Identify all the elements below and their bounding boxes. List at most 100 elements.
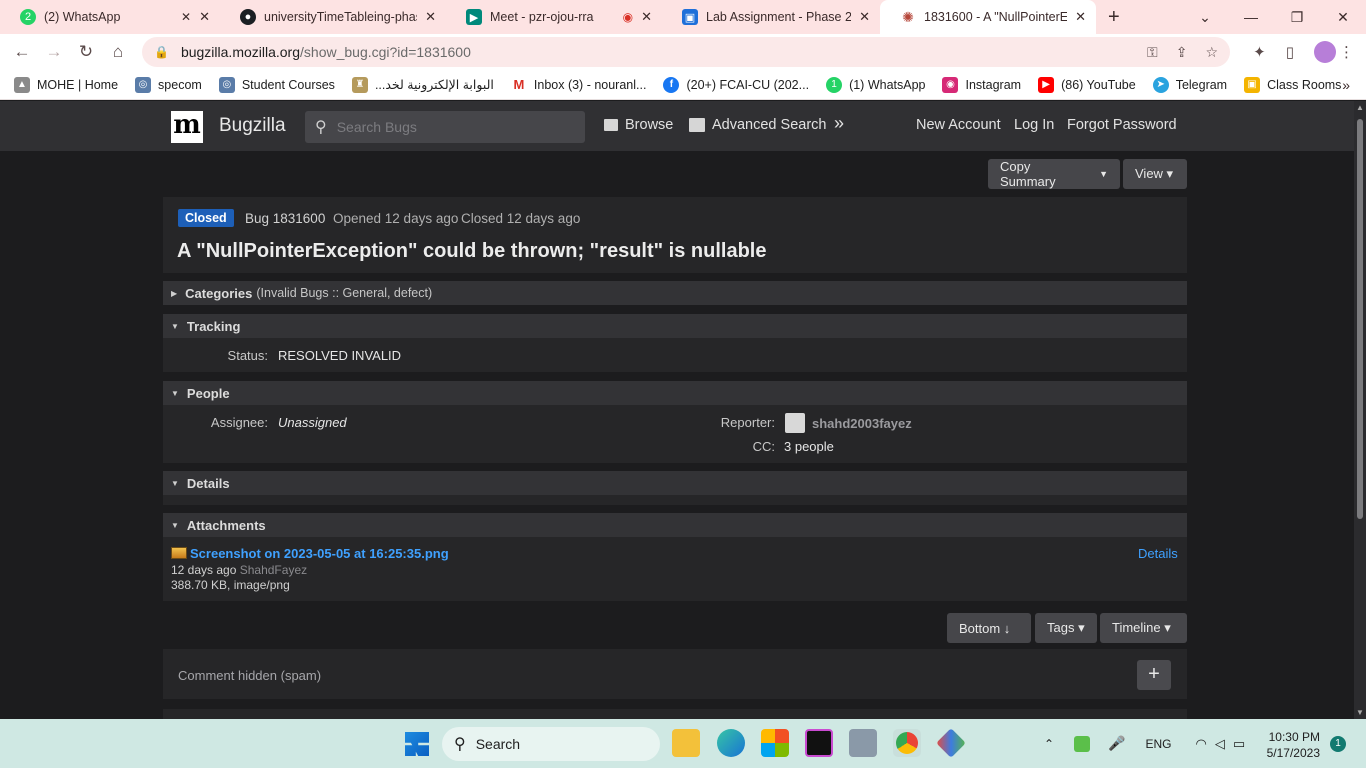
attachment-meta: 388.70 KB, image/png bbox=[171, 578, 290, 592]
people-section-toggle[interactable]: ▼ People bbox=[163, 381, 1187, 405]
new-account-link[interactable]: New Account bbox=[916, 117, 1001, 133]
categories-section-toggle[interactable]: ▶ Categories (Invalid Bugs :: General, d… bbox=[163, 281, 1187, 305]
close-tab-icon[interactable]: ✕ bbox=[641, 9, 652, 25]
wifi-icon[interactable]: ◠ bbox=[1196, 736, 1207, 752]
bookmark-instagram[interactable]: ◉ Instagram bbox=[942, 76, 1021, 93]
menu-icon[interactable]: ⋮ bbox=[1339, 43, 1354, 61]
address-bar[interactable]: 🔒 bugzilla.mozilla.org/show_bug.cgi?id=1… bbox=[142, 37, 1230, 67]
bookmarks-bar: ▲ MOHE | Home ◎ specom ◎ Student Courses ♜.… bbox=[0, 70, 1366, 100]
tab-lab-assignment[interactable]: ▣ Lab Assignment - Phase 2 ✕ bbox=[662, 0, 880, 34]
copy-summary-button[interactable]: Copy Summary ▼ bbox=[988, 159, 1120, 189]
app-diamond-icon[interactable] bbox=[936, 728, 966, 758]
url-text[interactable]: bugzilla.mozilla.org/show_bug.cgi?id=183… bbox=[181, 44, 471, 60]
taskbar-clock[interactable]: 10:30 PM 5/17/2023 bbox=[1262, 729, 1320, 761]
close-tab-icon[interactable]: ✕ bbox=[425, 9, 436, 25]
reporter-label: Reporter: bbox=[720, 415, 775, 430]
bookmark-student-courses[interactable]: ◎ Student Courses bbox=[218, 76, 335, 93]
login-link[interactable]: Log In bbox=[1014, 117, 1054, 133]
home-icon[interactable]: ⌂ bbox=[102, 42, 134, 62]
attachment-info: 12 days ago ShahdFayez bbox=[171, 563, 308, 577]
bookmark-mohe[interactable]: ▲ MOHE | Home bbox=[14, 76, 118, 93]
notification-badge[interactable]: 1 bbox=[1330, 736, 1346, 752]
browser-toolbar: ← → ↻ ⌂ 🔒 bugzilla.mozilla.org/show_bug.… bbox=[0, 34, 1366, 70]
gmail-icon: M bbox=[510, 76, 527, 93]
battery-icon[interactable]: ▭ bbox=[1233, 736, 1245, 752]
bookmark-specom[interactable]: ◎ specom bbox=[135, 76, 202, 93]
expand-comment-button[interactable]: + bbox=[1137, 660, 1171, 690]
tracking-section-toggle[interactable]: ▼ Tracking bbox=[163, 314, 1187, 338]
bookmark-gmail[interactable]: M Inbox (3) - nouranl... bbox=[510, 76, 646, 93]
bookmark-whatsapp[interactable]: 1 (1) WhatsApp bbox=[826, 76, 925, 93]
bookmark-telegram[interactable]: ➤ Telegram bbox=[1152, 76, 1227, 93]
microphone-icon[interactable]: 🎤 bbox=[1108, 735, 1125, 752]
profile-avatar[interactable] bbox=[1314, 41, 1336, 63]
key-icon[interactable]: ⚿ bbox=[1147, 44, 1158, 61]
language-indicator[interactable]: ENG bbox=[1146, 737, 1172, 751]
bottom-button[interactable]: Bottom ↓ bbox=[947, 613, 1031, 643]
tags-button[interactable]: Tags ▾ bbox=[1035, 613, 1097, 643]
tab-bugzilla[interactable]: ✺ 1831600 - A "NullPointerExce ✕ bbox=[880, 0, 1096, 34]
bug-id[interactable]: Bug 1831600 bbox=[245, 211, 325, 226]
edge-icon[interactable] bbox=[717, 729, 745, 757]
scroll-thumb[interactable] bbox=[1357, 119, 1363, 519]
advanced-search-link[interactable]: Advanced Search bbox=[689, 117, 826, 133]
tab-search-icon[interactable]: ⌄ bbox=[1182, 9, 1228, 26]
bookmark-class-rooms[interactable]: ▣ Class Rooms bbox=[1244, 76, 1341, 93]
back-icon[interactable]: ← bbox=[6, 42, 38, 62]
mute-icon[interactable]: ✕ bbox=[181, 10, 191, 24]
close-tab-icon[interactable]: ✕ bbox=[199, 9, 210, 25]
forward-icon[interactable]: → bbox=[38, 42, 70, 62]
bookmark-portal[interactable]: ♜ ...البوابة الإلكترونية لخد bbox=[351, 76, 494, 93]
taskbar-search[interactable]: ⚲ Search bbox=[442, 727, 660, 761]
side-panel-icon[interactable]: ▯ bbox=[1286, 43, 1294, 61]
search-input[interactable] bbox=[336, 119, 577, 135]
advanced-search-icon bbox=[689, 118, 705, 132]
forgot-password-link[interactable]: Forgot Password bbox=[1067, 117, 1177, 133]
tab-meet[interactable]: ▶ Meet - pzr-ojou-rra ◉ ✕ bbox=[446, 0, 662, 34]
windows-start-icon[interactable] bbox=[405, 732, 429, 756]
close-tab-icon[interactable]: ✕ bbox=[859, 9, 870, 25]
restore-icon[interactable]: ❐ bbox=[1274, 9, 1320, 26]
close-tab-icon[interactable]: ✕ bbox=[1075, 9, 1086, 25]
view-button[interactable]: View ▾ bbox=[1123, 159, 1187, 189]
bookmark-youtube[interactable]: ▶ (86) YouTube bbox=[1038, 76, 1136, 93]
whatsapp-icon: 2 bbox=[20, 9, 36, 25]
reload-icon[interactable]: ↻ bbox=[70, 42, 102, 62]
cc-value[interactable]: 3 people bbox=[784, 439, 834, 454]
attachment-details-link[interactable]: Details bbox=[1138, 546, 1178, 561]
tab-whatsapp[interactable]: 2 (2) WhatsApp ✕ ✕ bbox=[0, 0, 220, 34]
volume-icon[interactable]: ◁ bbox=[1215, 736, 1225, 752]
mozilla-logo[interactable]: m bbox=[171, 111, 203, 143]
scroll-down-icon[interactable]: ▼ bbox=[1354, 708, 1366, 717]
tray-app-icon[interactable] bbox=[1074, 735, 1091, 752]
tray-overflow-icon[interactable]: ⌃ bbox=[1044, 737, 1054, 751]
attachments-section-toggle[interactable]: ▼ Attachments bbox=[163, 513, 1187, 537]
attachment-uploader[interactable]: ShahdFayez bbox=[240, 563, 307, 577]
browse-link[interactable]: Browse bbox=[604, 117, 673, 133]
new-tab-button[interactable]: + bbox=[1096, 6, 1132, 29]
share-icon[interactable]: ⇪ bbox=[1176, 44, 1188, 61]
star-icon[interactable]: ☆ bbox=[1205, 44, 1218, 61]
bookmark-facebook[interactable]: f (20+) FCAI-CU (202... bbox=[663, 76, 809, 93]
timeline-button[interactable]: Timeline ▾ bbox=[1100, 613, 1187, 643]
more-menu-icon[interactable]: » bbox=[834, 113, 844, 134]
printer-app-icon[interactable] bbox=[849, 729, 877, 757]
reporter-name[interactable]: shahd2003fayez bbox=[812, 416, 912, 431]
bugzilla-brand[interactable]: Bugzilla bbox=[219, 115, 286, 137]
file-explorer-icon[interactable] bbox=[672, 729, 700, 757]
scroll-up-icon[interactable]: ▲ bbox=[1354, 103, 1366, 112]
page-scrollbar[interactable]: ▲ ▼ bbox=[1354, 101, 1366, 719]
tab-github[interactable]: ● universityTimeTableing-phase ✕ bbox=[220, 0, 446, 34]
bookmarks-overflow-icon[interactable]: » bbox=[1342, 77, 1350, 93]
search-box[interactable]: ⚲ bbox=[305, 111, 585, 143]
intellij-icon[interactable] bbox=[805, 729, 833, 757]
lock-icon[interactable]: 🔒 bbox=[154, 45, 169, 59]
close-window-icon[interactable]: ✕ bbox=[1320, 9, 1366, 26]
details-section-toggle[interactable]: ▼ Details bbox=[163, 471, 1187, 495]
store-icon[interactable] bbox=[761, 729, 789, 757]
extensions-icon[interactable]: ✦ bbox=[1253, 43, 1266, 61]
opened-time: Opened 12 days ago bbox=[333, 211, 459, 226]
attachment-link[interactable]: Screenshot on 2023-05-05 at 16:25:35.png bbox=[190, 546, 449, 561]
collapse-icon: ▼ bbox=[171, 520, 179, 530]
minimize-icon[interactable]: — bbox=[1228, 9, 1274, 25]
